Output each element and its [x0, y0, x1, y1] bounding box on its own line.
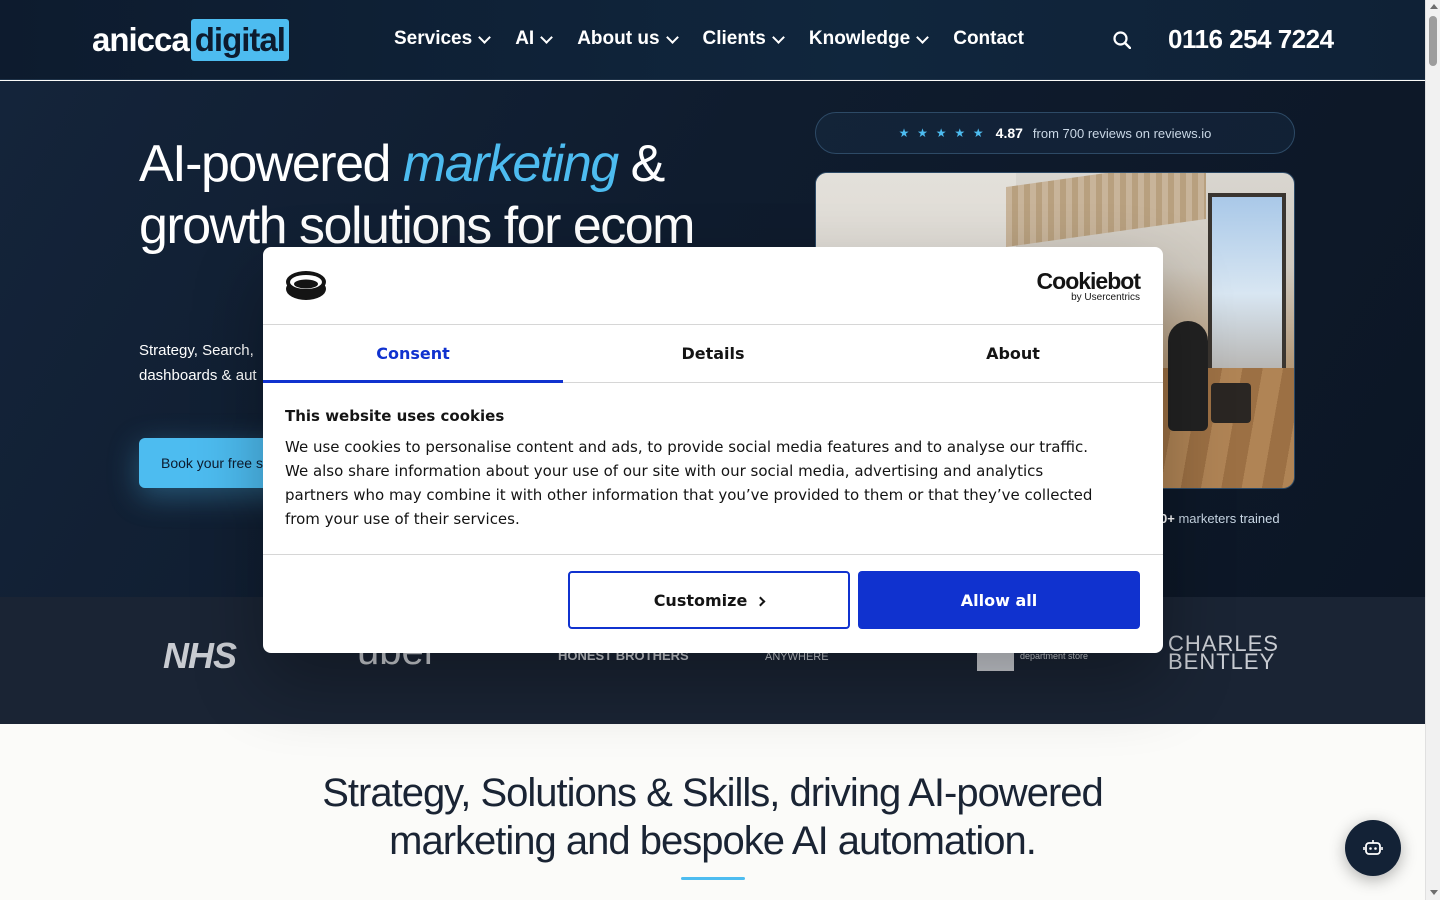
review-count-text: from 700 reviews on reviews.io — [1032, 125, 1212, 141]
scroll-down-arrow-icon[interactable] — [1430, 890, 1438, 895]
chatbot-button[interactable] — [1345, 820, 1401, 876]
chevron-down-icon — [916, 30, 930, 44]
logo-text-anicca: anicca — [92, 21, 190, 58]
nav-label: Knowledge — [808, 28, 911, 49]
marketers-trained-stat: 0+ marketers trained — [1160, 511, 1280, 526]
nav-item-ai[interactable]: AI — [515, 28, 554, 50]
nav-item-knowledge[interactable]: Knowledge — [808, 28, 930, 50]
hero-heading-part1: AI-powered — [139, 135, 403, 193]
cookiebot-brand[interactable]: Cookiebot by Usercentrics — [1036, 268, 1141, 303]
nav-item-about-us[interactable]: About us — [577, 28, 679, 50]
site-header: anicca digital Services AI About us Clie… — [0, 0, 1425, 80]
site-logo[interactable]: anicca digital — [92, 19, 289, 61]
nav-label: Clients — [702, 28, 766, 49]
cookie-dialog-body: This website uses cookies We use cookies… — [263, 383, 1163, 555]
reviews-badge[interactable]: ★ ★ ★ ★ ★ 4.87 from 700 reviews on revie… — [815, 112, 1295, 154]
photo-chair — [1211, 383, 1251, 423]
tab-details[interactable]: Details — [563, 325, 863, 382]
allow-all-button[interactable]: Allow all — [858, 571, 1140, 629]
nav-label: AI — [515, 28, 535, 49]
chevron-right-icon — [755, 596, 766, 606]
cookiebot-wordmark: Cookiebot — [1036, 268, 1141, 294]
nav-item-contact[interactable]: Contact — [953, 28, 1024, 50]
section-heading-line2: marketing and bespoke AI automation. — [389, 819, 1037, 863]
photo-ceiling-beam — [1006, 173, 1206, 248]
charles-bentley-logo: CHARLES BENTLEY — [1168, 633, 1279, 674]
search-icon[interactable] — [1113, 31, 1131, 49]
nav-label: Contact — [953, 28, 1024, 49]
nhs-logo: NHS — [163, 635, 237, 676]
hero-heading: AI-powered marketing & growth solutions … — [139, 133, 739, 257]
tab-consent[interactable]: Consent — [263, 325, 563, 383]
section-heading: Strategy, Solutions & Skills, driving AI… — [0, 769, 1425, 865]
page-scrollbar[interactable] — [1425, 0, 1440, 900]
cookiebot-byline: by Usercentrics — [1071, 292, 1140, 303]
phone-number-link[interactable]: 0116 254 7224 — [1168, 24, 1334, 55]
heading-underline — [681, 877, 745, 880]
cookie-dialog-footer: Customize Allow all — [263, 555, 1163, 653]
customize-label: Customize — [653, 590, 748, 610]
chevron-down-icon — [540, 30, 554, 44]
cookie-dialog-title: This website uses cookies — [285, 407, 505, 425]
cookie-dialog-tabs: Consent Details About — [263, 325, 1163, 383]
nav-label: About us — [577, 28, 660, 49]
robot-icon — [1363, 840, 1383, 855]
tab-about[interactable]: About — [863, 325, 1163, 382]
nav-label: Services — [394, 28, 473, 49]
chevron-down-icon — [478, 30, 492, 44]
nav-item-services[interactable]: Services — [394, 28, 492, 50]
customize-button[interactable]: Customize — [568, 571, 850, 629]
hero-heading-highlight: marketing — [402, 135, 619, 193]
cookie-consent-dialog: Cookiebot by Usercentrics Consent Detail… — [263, 247, 1163, 653]
main-nav: Services AI About us Clients Knowledge C… — [394, 28, 1024, 50]
charles-bentley-line2: BENTLEY — [1168, 649, 1276, 674]
review-rating: 4.87 — [995, 125, 1023, 141]
nav-item-clients[interactable]: Clients — [702, 28, 785, 50]
chevron-down-icon — [665, 30, 679, 44]
cookie-logo-icon — [286, 271, 326, 300]
chevron-down-icon — [772, 30, 785, 44]
trained-label: marketers trained — [1174, 511, 1280, 526]
star-rating-icon: ★ ★ ★ ★ ★ — [898, 126, 986, 140]
cookie-dialog-header: Cookiebot by Usercentrics — [263, 247, 1163, 325]
cookie-dialog-text: We use cookies to personalise content an… — [285, 438, 1093, 528]
photo-person — [1168, 321, 1208, 431]
logo-text-digital: digital — [190, 19, 289, 61]
section-heading-line1: Strategy, Solutions & Skills, driving AI… — [322, 771, 1104, 815]
scroll-up-arrow-icon[interactable] — [1430, 4, 1438, 9]
scrollbar-thumb[interactable] — [1429, 16, 1437, 66]
